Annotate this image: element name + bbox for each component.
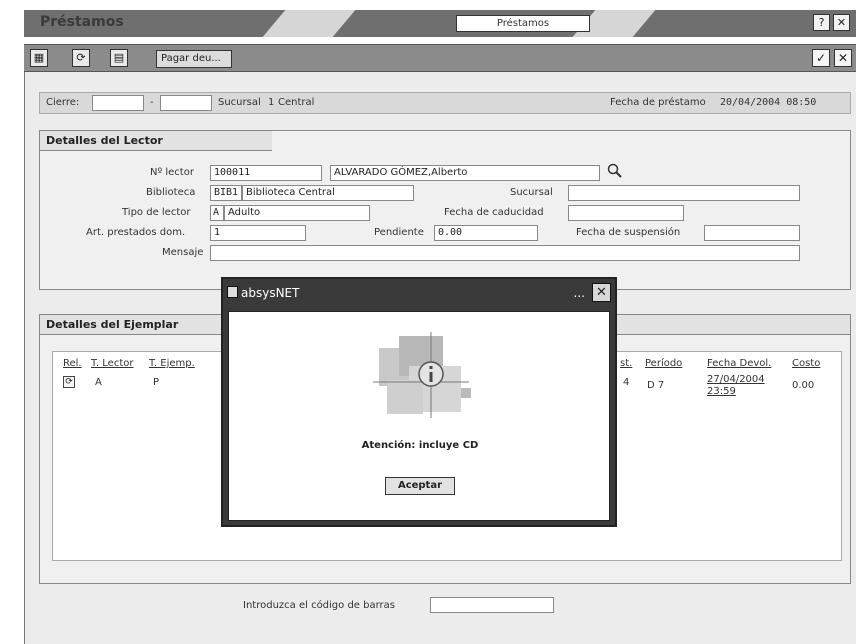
cierre-from-field[interactable] [92,95,144,111]
dialog-close-button[interactable]: ✕ [592,283,611,302]
message-label: Mensaje [162,247,204,258]
row-return-time[interactable]: 23:59 [707,386,736,397]
col-period[interactable]: Período [645,358,682,369]
barcode-label: Introduzca el código de barras [243,600,395,611]
info-icon [369,330,479,422]
col-cost[interactable]: Costo [792,358,820,369]
row-period: D 7 [647,380,665,391]
message-field[interactable] [210,245,800,261]
loan-date-label: Fecha de préstamo [610,97,706,108]
library-label: Biblioteca [146,187,196,198]
reader-type-code-field[interactable]: A [210,205,224,221]
loan-date-value: 20/04/2004 08:50 [720,97,817,108]
pending-label: Pendiente [374,227,424,238]
app-icon [227,286,238,298]
expiry-date-field[interactable] [568,205,684,221]
suspension-date-label: Fecha de suspensión [576,227,681,238]
reader-section: Detalles del Lector Nº lector 100011 ALV… [39,130,851,290]
expiry-date-label: Fecha de caducidad [444,207,544,218]
cancel-button[interactable]: ✕ [834,49,852,67]
row-reader-type: A [95,377,102,388]
library-code-field[interactable]: BIB1 [210,185,242,201]
library-name-field: Biblioteca Central [242,185,414,201]
alert-dialog: absysNET ... ✕ Atención: incluye CD Acep… [221,277,617,527]
reader-type-name-field: Adulto [224,205,370,221]
window-close-button[interactable]: ✕ [833,14,850,31]
col-reader-type[interactable]: T. Lector [91,358,133,369]
dialog-menu-dots[interactable]: ... [574,286,585,300]
sucursal-name: Central [278,97,315,108]
dialog-title: absysNET [241,286,300,300]
window-title: Préstamos [40,14,124,30]
col-status[interactable]: st. [620,358,632,369]
toolbar: ▦ ⟳ ▤ Pagar deu... ✓ ✕ [24,44,856,72]
sucursal-label: Sucursal [218,97,261,108]
col-rel[interactable]: Rel. [63,358,82,369]
pending-field: 0.00 [434,225,538,241]
loaned-items-label: Art. prestados dom. [86,227,186,238]
row-copy-type: P [153,377,160,388]
row-cost: 0.00 [792,380,815,391]
copy-heading: Detalles del Ejemplar [46,318,179,331]
reader-branch-label: Sucursal [510,187,553,198]
search-icon[interactable] [606,162,624,180]
row-status: 4 [623,377,630,388]
dialog-body: Atención: incluye CD Aceptar [228,311,610,521]
sucursal-code: 1 [268,97,275,108]
renew-icon[interactable]: ⟳ [63,376,75,388]
reader-name-field: ALVARADO GÓMEZ,Alberto [330,165,600,181]
ok-button[interactable]: Aceptar [385,477,455,495]
window-titlebar: Préstamos Préstamos ? ✕ [24,10,856,37]
col-return-date[interactable]: Fecha Devol. [707,358,771,369]
help-button[interactable]: ? [813,14,830,31]
renew-icon[interactable]: ⟳ [72,49,90,67]
loaned-items-field: 1 [210,225,306,241]
barcode-input[interactable] [430,597,554,613]
cierre-to-field[interactable] [160,95,212,111]
reader-num-label: Nº lector [150,167,194,178]
loan-header-strip: Cierre: - Sucursal 1 Central Fecha de pr… [39,92,851,114]
reader-num-field[interactable]: 100011 [210,165,322,181]
save-icon[interactable]: ▤ [110,49,128,67]
suspension-date-field[interactable] [704,225,800,241]
row-return-date[interactable]: 27/04/2004 [707,374,765,385]
reader-heading: Detalles del Lector [46,134,163,147]
reader-branch-field[interactable] [568,185,800,201]
pay-debt-button[interactable]: Pagar deu... [156,50,232,68]
grid-icon[interactable]: ▦ [30,49,48,67]
cierre-label: Cierre: [46,97,80,108]
title-tab[interactable]: Préstamos [456,15,590,32]
reader-type-label: Tipo de lector [122,207,191,218]
dialog-message: Atención: incluye CD [361,440,479,451]
col-copy-type[interactable]: T. Ejemp. [149,358,195,369]
cierre-dash: - [150,97,154,108]
accept-button[interactable]: ✓ [812,49,830,67]
